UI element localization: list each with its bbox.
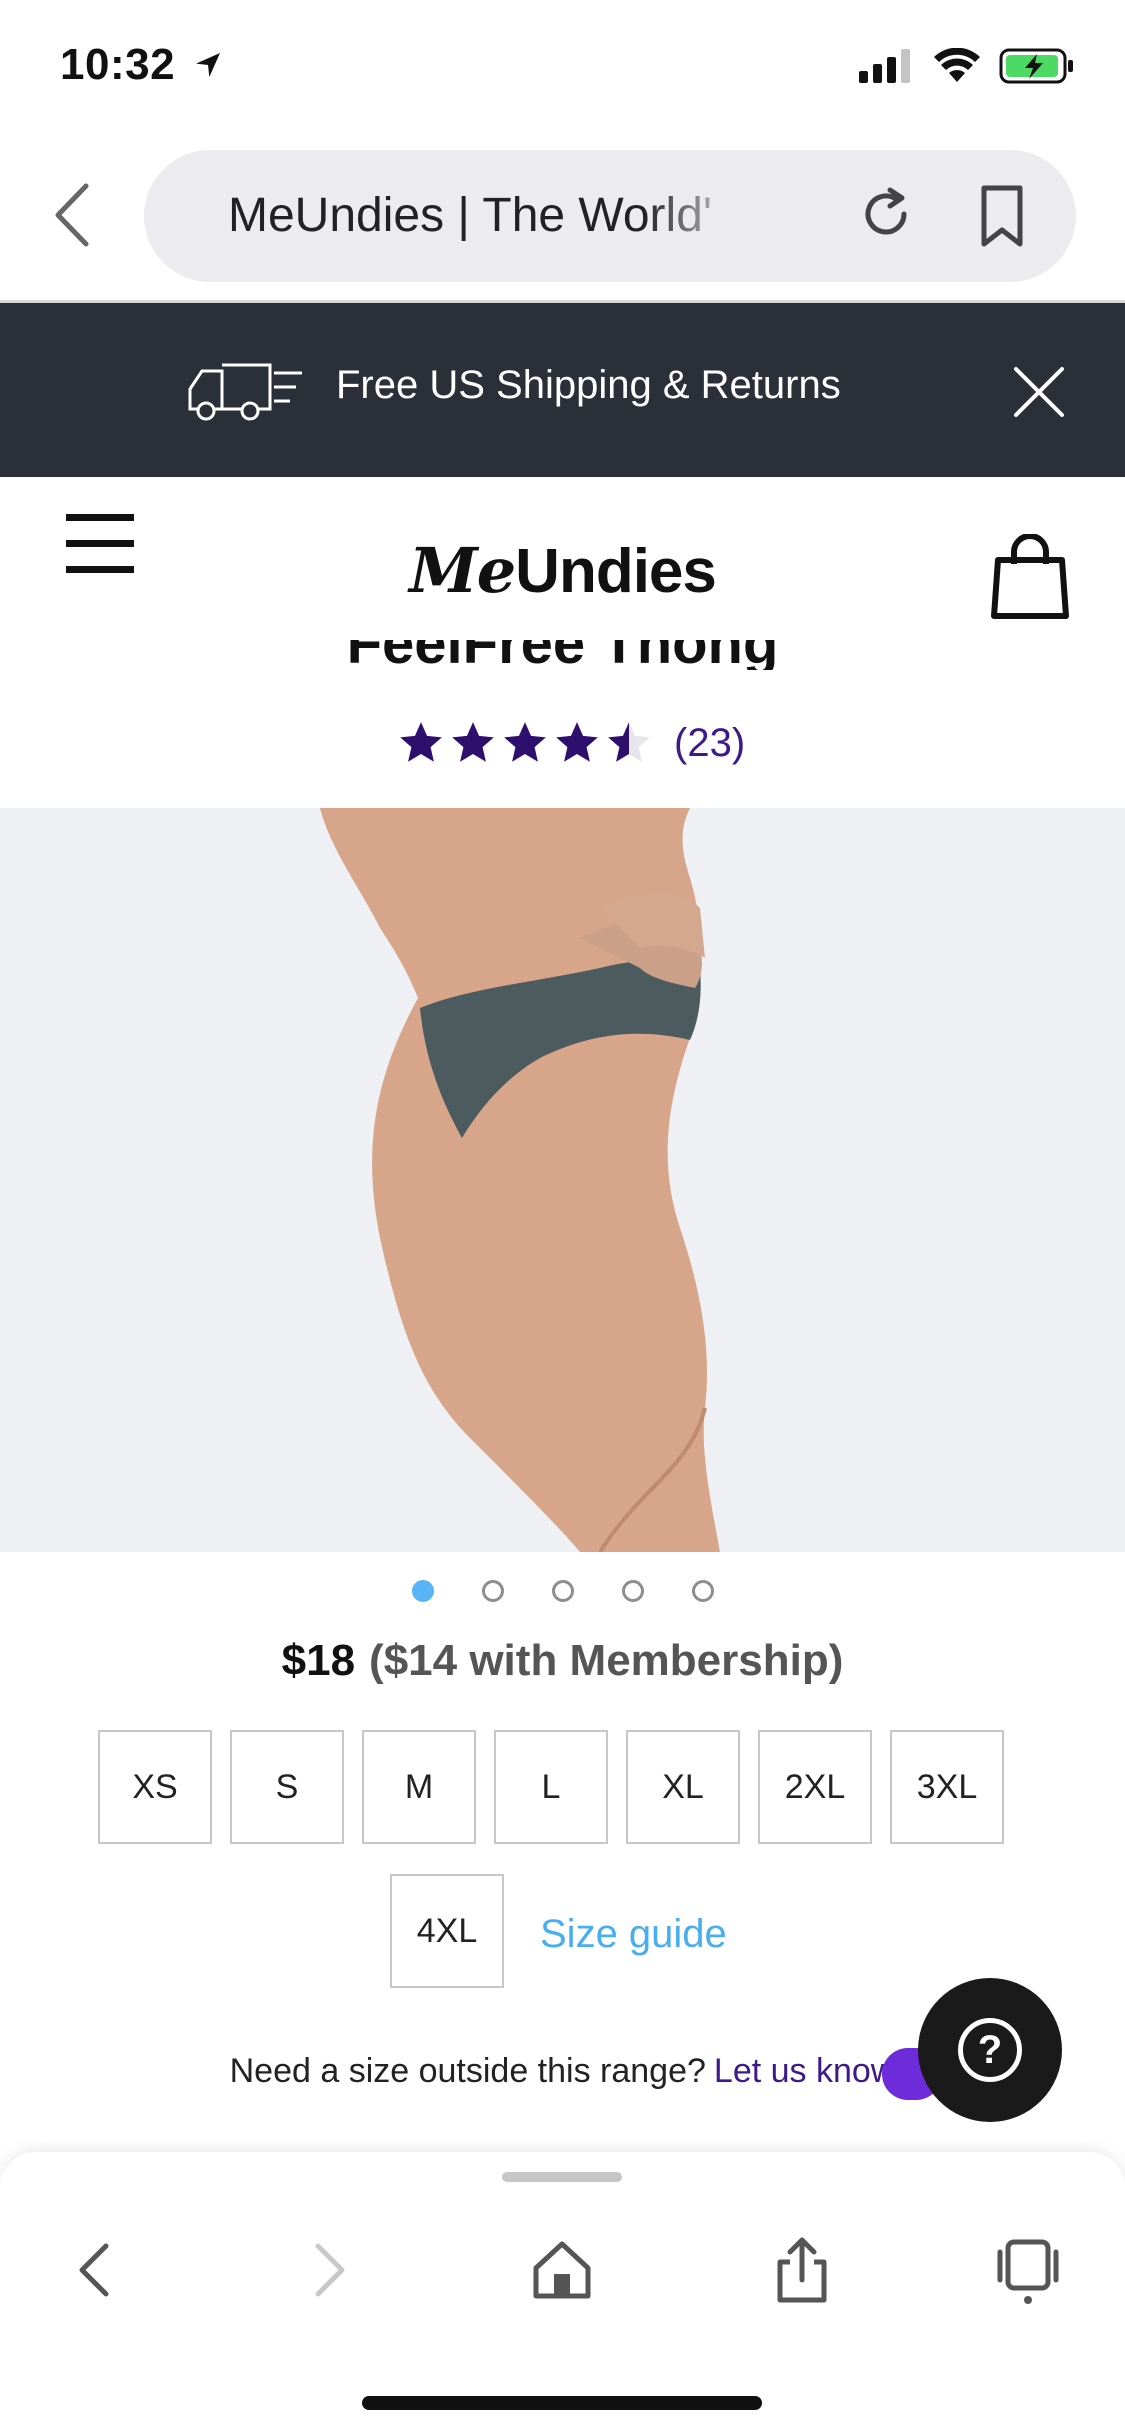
price: $18 xyxy=(281,1636,356,1685)
close-icon[interactable] xyxy=(1012,365,1066,419)
size-option-m[interactable]: M xyxy=(362,1730,476,1844)
question-mark-icon: ? xyxy=(958,2018,1022,2082)
bookmark-icon[interactable] xyxy=(974,184,1030,248)
size-option-l[interactable]: L xyxy=(494,1730,608,1844)
toolbar-tabs-icon[interactable] xyxy=(992,2234,1064,2306)
toolbar-grabber[interactable] xyxy=(502,2172,622,2182)
carousel-dot[interactable] xyxy=(691,1580,714,1602)
image-carousel-dots xyxy=(0,1580,1125,1602)
size-option-3xl[interactable]: 3XL xyxy=(890,1730,1004,1844)
product-rating[interactable]: (23) xyxy=(396,718,745,768)
location-arrow-icon xyxy=(195,53,220,77)
carousel-dot[interactable] xyxy=(551,1580,574,1602)
review-count[interactable]: (23) xyxy=(674,721,745,766)
toolbar-back-icon[interactable] xyxy=(60,2234,132,2306)
url-text[interactable]: MeUndies | The World' xyxy=(228,188,748,243)
size-option-2xl[interactable]: 2XL xyxy=(758,1730,872,1844)
rating-stars xyxy=(396,718,654,768)
wifi-icon xyxy=(934,48,980,82)
price-row: $18 ($14 with Membership) xyxy=(0,1636,1125,1686)
meundies-logo[interactable]: MeUndies xyxy=(0,534,1125,607)
browser-back-icon[interactable] xyxy=(48,180,98,250)
star-half-icon xyxy=(608,722,650,762)
battery-charging-icon xyxy=(999,48,1073,84)
size-option-xl[interactable]: XL xyxy=(626,1730,740,1844)
size-option-xs[interactable]: XS xyxy=(98,1730,212,1844)
cellular-signal-icon xyxy=(859,49,910,83)
product-image[interactable] xyxy=(0,808,1125,1552)
product-photo xyxy=(320,808,720,1552)
promo-banner: Free US Shipping & Returns xyxy=(0,303,1125,477)
home-indicator[interactable] xyxy=(362,2396,762,2410)
size-option-4xl[interactable]: 4XL xyxy=(390,1874,504,1988)
status-icons xyxy=(859,48,1075,84)
promo-text: Free US Shipping & Returns xyxy=(336,363,841,407)
membership-price: ($14 with Membership) xyxy=(369,1636,844,1685)
star-full-icon xyxy=(504,722,546,762)
outside-range-text: Need a size outside this range? xyxy=(229,2052,706,2090)
reload-icon[interactable] xyxy=(856,184,916,244)
status-time: 10:32 xyxy=(60,40,224,90)
shopping-bag-icon[interactable] xyxy=(990,534,1070,620)
let-us-know-link[interactable]: Let us know xyxy=(714,2052,895,2090)
star-full-icon xyxy=(452,722,494,762)
product-title: FeelFree Thong xyxy=(0,640,1125,670)
toolbar-share-icon[interactable] xyxy=(766,2234,838,2306)
carousel-dot[interactable] xyxy=(621,1580,644,1602)
product-title-clip: FeelFree Thong xyxy=(0,640,1125,670)
toolbar-forward-icon[interactable] xyxy=(292,2234,364,2306)
carousel-dot[interactable] xyxy=(481,1580,504,1602)
truck-icon xyxy=(188,363,302,421)
toolbar-home-icon[interactable] xyxy=(526,2234,598,2306)
size-option-s[interactable]: S xyxy=(230,1730,344,1844)
star-full-icon xyxy=(400,722,442,762)
help-button[interactable]: ? xyxy=(918,1978,1062,2122)
star-full-icon xyxy=(556,722,598,762)
size-guide-link[interactable]: Size guide xyxy=(540,1912,727,1957)
address-bar[interactable]: MeUndies | The World' xyxy=(144,150,1076,282)
carousel-dot[interactable] xyxy=(411,1580,434,1602)
